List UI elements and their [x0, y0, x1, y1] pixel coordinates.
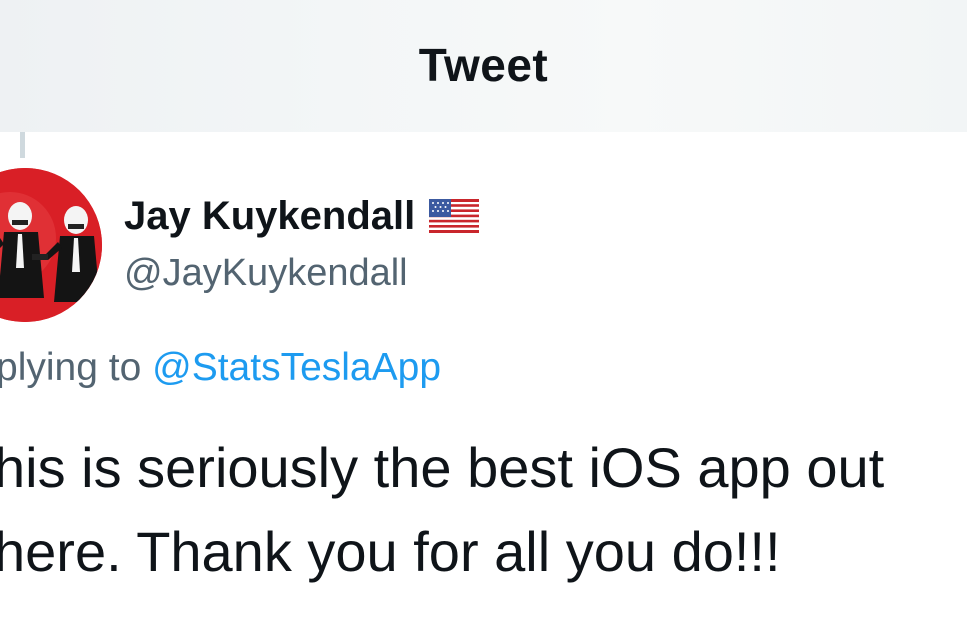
thread-connector-line [20, 132, 25, 158]
tweet-text: his is seriously the best iOS app out he… [0, 426, 967, 594]
us-flag-icon [429, 199, 480, 233]
top-navigation-bar: Tweet [0, 0, 967, 132]
replying-to-label: plying to [0, 346, 142, 389]
replying-to-line: plying to @StatsTeslaApp [0, 348, 441, 387]
author-name-row[interactable]: Jay Kuykendall [124, 196, 480, 236]
author-display-name[interactable]: Jay Kuykendall [124, 196, 415, 236]
author-handle[interactable]: @JayKuykendall [124, 254, 408, 292]
tweet-text-line: his is seriously the best iOS app out [0, 436, 885, 499]
replying-to-mention-link[interactable]: @StatsTeslaApp [152, 346, 441, 389]
tweet-detail-page: Tweet Jay Kuykendall @JayKuykendall plyi… [0, 0, 967, 626]
page-title: Tweet [418, 39, 549, 91]
tweet-text-line: here. Thank you for all you do!!! [0, 520, 781, 583]
stormtrooper-avatar-icon [0, 168, 102, 322]
avatar[interactable] [0, 168, 102, 322]
